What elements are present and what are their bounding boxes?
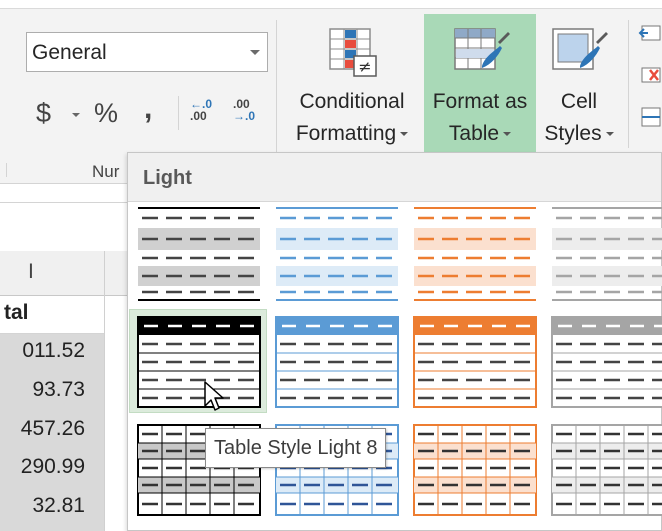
table-style-light-12[interactable] [548,420,662,522]
chevron-down-icon[interactable] [250,50,260,55]
total-header-text: tal [4,301,29,324]
increase-decimal-digits: .00 [190,109,207,123]
conditional-formatting-label-2: Formatting [295,122,397,145]
column-divider [104,251,105,531]
insert-delete-format-icons[interactable] [638,24,662,134]
total-header-cell[interactable]: tal [0,295,104,334]
tooltip: Table Style Light 8 [205,428,387,468]
svg-text:≠: ≠ [358,57,371,76]
number-group-label: Nur [92,162,120,181]
percent-icon: % [94,98,119,128]
format-as-table-button[interactable]: Format as Table [424,14,536,152]
format-as-table-icon [454,28,510,70]
section-title-light: Light [143,167,192,189]
separator [178,96,179,130]
table-style-light-4[interactable] [548,204,662,306]
worksheet: I tal 011.52 93.73 457.26 290.99 32.81 [0,184,128,531]
conditional-formatting-label-1: Conditional [299,90,405,113]
cell-value-1[interactable]: 011.52 [0,339,85,363]
table-style-light-5[interactable] [134,312,266,414]
table-style-light-1[interactable] [134,204,266,306]
format-as-table-label-2: Table [448,122,500,145]
table-style-light-11[interactable] [410,420,542,522]
increase-decimal-button[interactable]: ←.0 .00 [190,98,212,122]
chevron-down-icon [400,132,409,137]
table-style-light-3[interactable] [410,204,542,306]
number-format-value: General [32,41,107,64]
comma-style-button[interactable]: , [144,92,152,126]
cell-styles-icon [552,28,608,70]
conditional-formatting-label-2-wrap: Formatting [286,122,418,146]
ribbon-top-border [0,0,662,9]
table-style-light-6[interactable] [272,312,404,414]
dollar-icon: $ [36,98,52,128]
column-header-i[interactable]: I [28,260,34,284]
cell-value-3[interactable]: 457.26 [0,417,85,441]
group-separator [628,20,629,148]
cell-styles-label-1: Cell [560,90,598,113]
gallery-section-header: Light [128,153,661,202]
column-header-row: I [0,251,128,296]
cell-value-5[interactable]: 32.81 [0,494,85,518]
percent-style-button[interactable]: % [94,98,118,129]
table-style-light-8[interactable] [548,312,662,414]
decrease-decimal-button[interactable]: .00 →.0 [233,98,255,122]
gridline [0,202,128,203]
mouse-pointer-icon [204,381,224,411]
number-format-dropdown[interactable]: General [26,32,268,72]
cell-value-4[interactable]: 290.99 [0,455,85,479]
decrease-decimal-icon: →.0 [233,109,256,123]
separator [6,163,7,177]
chevron-down-icon [605,132,614,137]
conditional-formatting-icon: ≠ [329,28,377,77]
conditional-formatting-button[interactable]: ≠ Conditional Formatting [286,14,418,152]
comma-icon: , [144,92,153,125]
format-as-table-label-2-wrap: Table [424,122,536,146]
table-style-light-7[interactable] [410,312,542,414]
cell-value-2[interactable]: 93.73 [0,378,85,402]
chevron-down-icon[interactable] [72,113,80,117]
table-style-light-2[interactable] [272,204,404,306]
format-as-table-label-1: Format as [432,90,528,113]
cell-styles-button[interactable]: Cell Styles [538,14,620,152]
accounting-format-button[interactable]: $ [36,98,51,129]
cell-styles-label-2-wrap: Styles [538,122,620,146]
chevron-down-icon [503,132,512,137]
cell-styles-label-2: Styles [544,122,602,145]
